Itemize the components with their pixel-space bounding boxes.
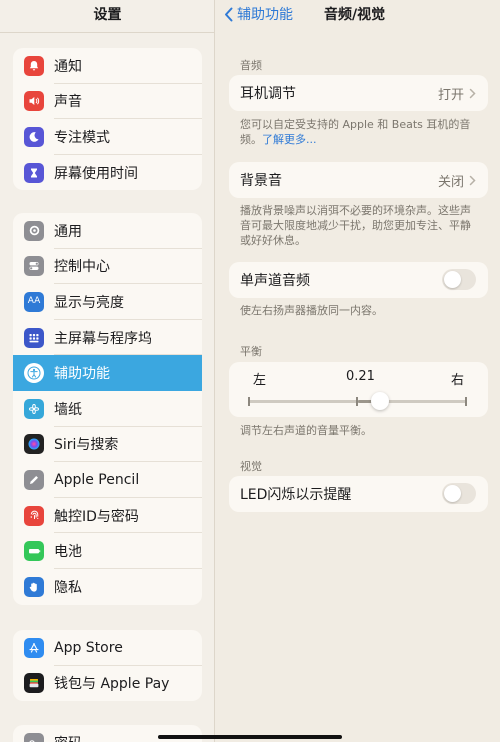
sidebar-item-label: Apple Pencil <box>54 471 140 488</box>
row-label: 单声道音频 <box>240 273 310 289</box>
headphone-accommodations-row[interactable]: 耳机调节 打开 <box>229 75 488 111</box>
sidebar-item-notifications[interactable]: 通知 <box>13 48 202 84</box>
chevron-right-icon <box>469 175 476 186</box>
balance-slider-thumb[interactable] <box>371 392 390 410</box>
sidebar-item-app-store[interactable]: App Store <box>13 630 202 666</box>
balance-note: 调节左右声道的音量平衡。 <box>240 424 372 437</box>
section-header-audio: 音频 <box>240 59 262 72</box>
sidebar-item-label: 墙纸 <box>54 401 82 418</box>
hand-icon <box>24 576 44 597</box>
sidebar-item-label: App Store <box>54 639 123 656</box>
sidebar-item-label: 密码 <box>54 733 82 742</box>
sidebar-item-general[interactable]: 通用 <box>13 213 202 249</box>
sidebar-group-3: App Store 钱包与 Apple Pay <box>13 630 202 702</box>
sidebar-item-label: 显示与亮度 <box>54 294 124 311</box>
chevron-left-icon <box>225 7 233 21</box>
bell-icon <box>24 55 44 76</box>
balance-right-label: 右 <box>450 373 464 388</box>
headphone-note: 您可以自定受支持的 Apple 和 Beats 耳机的音频。了解更多... <box>240 117 478 147</box>
sidebar-item-accessibility[interactable]: 辅助功能 <box>13 355 202 391</box>
sidebar-item-wallpaper[interactable]: 墙纸 <box>13 391 202 427</box>
sidebar-item-control-center[interactable]: 控制中心 <box>13 249 202 285</box>
row-label: 背景音 <box>240 173 282 189</box>
divider <box>0 32 214 33</box>
sidebar-item-display-brightness[interactable]: AA 显示与亮度 <box>13 284 202 320</box>
home-indicator <box>158 735 342 739</box>
back-button[interactable]: 辅助功能 <box>224 4 293 24</box>
sidebar-group-1: 通知 声音 专注模式 屏幕使用时间 <box>13 48 202 191</box>
balance-card: 左 0.21 右 <box>229 362 488 417</box>
balance-left-label: 左 <box>253 373 267 388</box>
app-store-icon <box>24 637 44 658</box>
accessibility-icon <box>24 363 44 384</box>
sidebar-item-label: 控制中心 <box>54 259 110 276</box>
sidebar-item-label: 辅助功能 <box>54 366 110 383</box>
mono-audio-toggle[interactable] <box>442 269 476 290</box>
section-header-balance: 平衡 <box>240 345 262 358</box>
sidebar-item-label: 声音 <box>54 94 82 111</box>
back-label: 辅助功能 <box>237 7 293 23</box>
sidebar-item-apple-pencil[interactable]: Apple Pencil <box>13 462 202 498</box>
sidebar-item-label: 电池 <box>54 544 82 561</box>
toggle-knob <box>444 271 461 288</box>
balance-value: 0.21 <box>346 369 375 384</box>
sidebar-item-wallet-apple-pay[interactable]: 钱包与 Apple Pay <box>13 666 202 702</box>
row-value: 打开 <box>437 87 464 103</box>
sidebar-item-label: 通用 <box>54 223 82 240</box>
sidebar-item-focus[interactable]: 专注模式 <box>13 119 202 155</box>
row-label: 耳机调节 <box>240 86 296 102</box>
mono-audio-note: 使左右扬声器播放同一内容。 <box>240 304 383 317</box>
sidebar-item-passwords[interactable]: 密码 <box>13 725 202 742</box>
sidebar-group-2: 通用 控制中心 AA 显示与亮度 主屏幕与程序坞 辅助功能 墙纸 Siri与搜索… <box>13 213 202 605</box>
moon-icon <box>24 126 44 147</box>
row-value: 关闭 <box>437 174 464 190</box>
balance-tick-right <box>465 397 467 406</box>
fingerprint-icon <box>24 505 44 526</box>
sidebar-item-label: 主屏幕与程序坞 <box>54 330 152 347</box>
background-sounds-row[interactable]: 背景音 关闭 <box>229 162 488 198</box>
flower-icon <box>24 398 44 419</box>
sidebar-item-sounds[interactable]: 声音 <box>13 84 202 120</box>
sidebar-group-4: 密码 <box>13 725 202 742</box>
sidebar-item-home-screen-dock[interactable]: 主屏幕与程序坞 <box>13 320 202 356</box>
sidebar-item-label: 专注模式 <box>54 129 110 146</box>
led-flash-row: LED闪烁以示提醒 <box>229 476 488 512</box>
toggle-knob <box>444 485 461 502</box>
home-grid-icon <box>24 327 44 348</box>
balance-tick-left <box>248 397 250 406</box>
hourglass-icon <box>24 162 44 183</box>
sidebar-item-battery[interactable]: 电池 <box>13 533 202 569</box>
sidebar-item-label: Siri与搜索 <box>54 437 119 454</box>
pencil-icon <box>24 469 44 490</box>
section-header-visual: 视觉 <box>240 460 262 473</box>
siri-icon <box>24 434 44 455</box>
background-sounds-note: 播放背景噪声以消弭不必要的环境杂声。这些声音可最大限度地减少干扰，助您更加专注、… <box>240 204 471 247</box>
navigation-bar: 辅助功能 音频/视觉 <box>216 0 500 30</box>
battery-icon <box>24 541 44 562</box>
sidebar-item-label: 触控ID与密码 <box>54 508 139 525</box>
key-icon <box>24 732 44 742</box>
toggles-icon <box>24 256 44 277</box>
gear-icon <box>24 220 44 241</box>
sidebar-item-label: 钱包与 Apple Pay <box>54 676 170 693</box>
sidebar-item-touch-id-passcode[interactable]: 触控ID与密码 <box>13 498 202 534</box>
sidebar-item-label: 屏幕使用时间 <box>54 165 138 182</box>
sidebar-item-label: 通知 <box>54 58 82 75</box>
sidebar-item-privacy[interactable]: 隐私 <box>13 569 202 605</box>
mono-audio-row: 单声道音频 <box>229 262 488 298</box>
settings-sidebar: 设置 通知 声音 专注模式 屏幕使用时间 通用 控制中心 AA 显示与亮度 主屏… <box>0 0 215 742</box>
sidebar-item-screen-time[interactable]: 屏幕使用时间 <box>13 155 202 191</box>
chevron-right-icon <box>469 88 476 99</box>
text-size-icon: AA <box>24 291 44 312</box>
learn-more-link[interactable]: 了解更多... <box>262 133 317 146</box>
wallet-icon <box>24 673 44 694</box>
sidebar-item-label: 隐私 <box>54 579 82 596</box>
led-flash-toggle[interactable] <box>442 483 476 504</box>
page-title: 音频/视觉 <box>324 7 386 23</box>
speaker-icon <box>24 91 44 112</box>
sidebar-item-siri-search[interactable]: Siri与搜索 <box>13 427 202 463</box>
sidebar-title: 设置 <box>93 7 122 23</box>
balance-tick-center <box>356 397 358 406</box>
row-label: LED闪烁以示提醒 <box>240 487 352 503</box>
